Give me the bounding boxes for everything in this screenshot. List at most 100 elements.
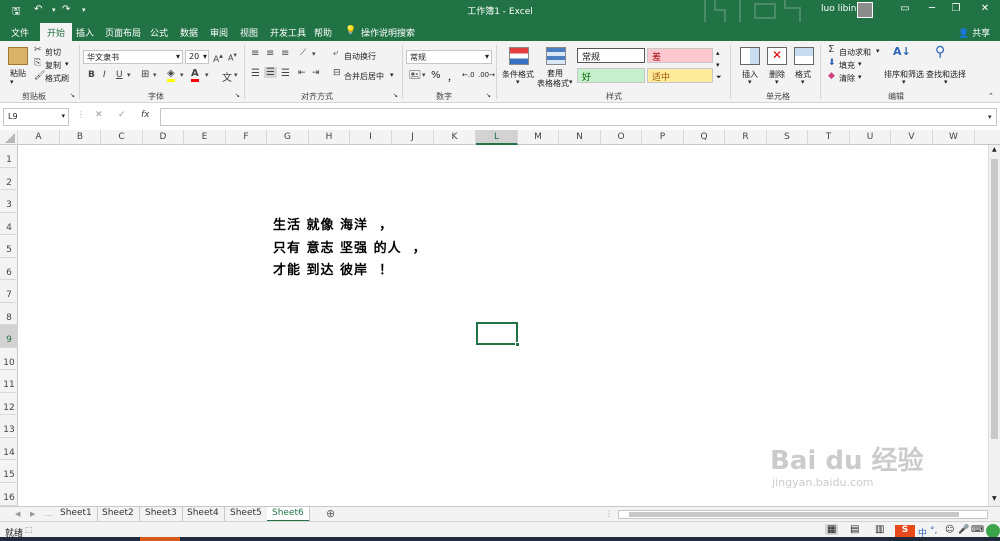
row-header[interactable]: 6 — [0, 258, 18, 280]
cut-icon[interactable]: ✂ — [34, 45, 42, 55]
tab-formulas[interactable]: 公式 — [150, 26, 168, 39]
tab-help[interactable]: 帮助 — [314, 26, 332, 39]
fill-button[interactable]: 填充 — [839, 60, 855, 71]
copy-button[interactable]: 复制 — [45, 60, 61, 71]
find-select-icon[interactable]: ⚲ — [935, 44, 945, 60]
style-normal[interactable]: 常规 — [577, 48, 645, 63]
phonetic-dropdown-icon[interactable]: ▾ — [234, 71, 238, 79]
vertical-scrollbar[interactable]: ▲ ▼ — [988, 145, 1000, 506]
row-header[interactable]: 7 — [0, 280, 18, 303]
style-bad[interactable]: 差 — [647, 48, 713, 63]
macro-record-icon[interactable]: ⬚ — [25, 525, 33, 534]
horizontal-scrollbar[interactable] — [618, 510, 988, 519]
delete-cells-icon[interactable]: ✕ — [767, 47, 787, 65]
number-format-select[interactable]: 常规 ▾ — [406, 50, 492, 64]
format-as-table-dropdown-icon[interactable]: ▾ — [569, 78, 573, 86]
sort-dropdown-icon[interactable]: ▾ — [902, 78, 906, 86]
column-header[interactable]: H — [309, 130, 350, 145]
new-sheet-icon[interactable]: ⊕ — [326, 507, 335, 520]
column-header[interactable]: N — [559, 130, 601, 145]
underline-icon[interactable]: U — [116, 70, 123, 80]
poem-line[interactable]: 生活 就像 海洋 ， — [273, 214, 393, 233]
fill-handle[interactable] — [515, 342, 520, 347]
column-header-selected[interactable]: L — [476, 130, 518, 145]
format-as-table-icon[interactable] — [546, 47, 566, 65]
font-color-icon[interactable]: A — [191, 68, 199, 82]
decrease-indent-icon[interactable]: ⇤ — [298, 68, 306, 78]
column-header[interactable]: Q — [684, 130, 725, 145]
comma-button[interactable]: ， — [447, 69, 457, 84]
align-bottom-icon[interactable]: ≡ — [281, 48, 289, 59]
currency-dropdown-icon[interactable]: ▾ — [422, 71, 426, 79]
fill-color-dropdown-icon[interactable]: ▾ — [180, 71, 184, 79]
column-header[interactable]: D — [143, 130, 184, 145]
share-button[interactable]: 👤 共享 — [958, 26, 990, 39]
underline-dropdown-icon[interactable]: ▾ — [127, 71, 131, 79]
fill-color-icon[interactable]: ◈ — [167, 68, 175, 82]
name-box[interactable]: L9 ▾ — [3, 108, 69, 126]
row-header[interactable]: 15 — [0, 460, 18, 483]
alignment-launcher-icon[interactable]: ↘ — [393, 92, 398, 99]
clear-icon[interactable]: ◆ — [828, 71, 835, 81]
restore-icon[interactable]: ❐ — [946, 3, 966, 14]
tab-split-icon[interactable]: ⋮ — [605, 509, 613, 518]
clipboard-launcher-icon[interactable]: ↘ — [70, 92, 75, 99]
format-painter-icon[interactable]: 🖌 — [34, 71, 45, 81]
clear-button[interactable]: 清除 — [839, 73, 855, 84]
taskbar-item[interactable] — [140, 537, 180, 541]
column-header[interactable]: O — [601, 130, 642, 145]
ime-skin-icon[interactable] — [986, 524, 1000, 538]
emoji-icon[interactable]: ☺ — [945, 525, 954, 535]
tab-file[interactable]: 文件 — [11, 26, 29, 39]
tab-view[interactable]: 视图 — [240, 26, 258, 39]
bold-icon[interactable]: B — [88, 70, 95, 80]
column-header[interactable]: G — [267, 130, 309, 145]
column-header[interactable]: V — [891, 130, 933, 145]
copy-icon[interactable]: ⎘ — [34, 58, 41, 68]
styles-more-icon[interactable]: ⏷ — [716, 73, 722, 82]
voice-icon[interactable]: 🎤 — [958, 525, 969, 535]
align-top-icon[interactable]: ≡ — [251, 48, 259, 59]
enter-icon[interactable]: ✓ — [118, 110, 126, 120]
fill-dropdown-icon[interactable]: ▾ — [858, 60, 862, 68]
paste-icon[interactable] — [8, 47, 28, 65]
format-cells-icon[interactable] — [794, 47, 814, 65]
vertical-scroll-thumb[interactable] — [991, 159, 998, 439]
styles-scroll-up-icon[interactable]: ▴ — [716, 49, 720, 57]
column-header[interactable]: W — [933, 130, 975, 145]
scroll-up-icon[interactable]: ▲ — [992, 146, 997, 153]
row-header[interactable]: 3 — [0, 190, 18, 213]
formula-input[interactable] — [160, 108, 997, 126]
merge-center-button[interactable]: 合并后居中 — [344, 71, 384, 82]
clear-dropdown-icon[interactable]: ▾ — [858, 73, 862, 81]
font-launcher-icon[interactable]: ↘ — [235, 92, 240, 99]
increase-indent-icon[interactable]: ⇥ — [312, 68, 320, 78]
increase-decimal-icon[interactable]: ←.0 — [462, 71, 475, 79]
poem-line[interactable]: 才能 到达 彼岸 ！ — [273, 259, 393, 278]
currency-icon[interactable]: 🖭 — [409, 68, 421, 85]
orientation-dropdown-icon[interactable]: ▾ — [312, 50, 316, 58]
scroll-down-icon[interactable]: ▼ — [992, 495, 997, 502]
merge-icon[interactable]: ⊟ — [333, 68, 341, 78]
autosum-button[interactable]: 自动求和 — [839, 47, 871, 58]
user-name[interactable]: luo libin — [821, 4, 857, 14]
row-header[interactable]: 13 — [0, 415, 18, 438]
row-header-selected[interactable]: 9 — [0, 325, 18, 348]
formula-bar-splitter-icon[interactable]: ⋮ — [77, 110, 85, 119]
sheet-tab[interactable]: Sheet4 — [182, 507, 225, 522]
prev-sheet-icon[interactable]: ◀ — [15, 510, 20, 518]
format-dropdown-icon[interactable]: ▾ — [801, 78, 805, 86]
borders-icon[interactable]: ⊞ — [141, 69, 149, 80]
align-right-icon[interactable]: ☰ — [281, 68, 290, 79]
decrease-decimal-icon[interactable]: .00→ — [478, 71, 495, 79]
format-as-table-button[interactable]: 表格格式 — [537, 78, 569, 89]
paste-dropdown-icon[interactable]: ▾ — [10, 78, 14, 86]
wen-phonetic-icon[interactable]: 文 — [222, 69, 232, 84]
keyboard-icon[interactable]: ⌨ — [971, 525, 984, 535]
style-neutral[interactable]: 适中 — [647, 68, 713, 83]
next-sheet-icon[interactable]: ▶ — [30, 510, 35, 518]
align-left-icon[interactable]: ☰ — [251, 68, 260, 79]
wrap-text-button[interactable]: 自动换行 — [344, 51, 376, 62]
font-name-select[interactable]: 华文隶书 ▾ — [83, 50, 183, 64]
column-header[interactable]: P — [642, 130, 684, 145]
